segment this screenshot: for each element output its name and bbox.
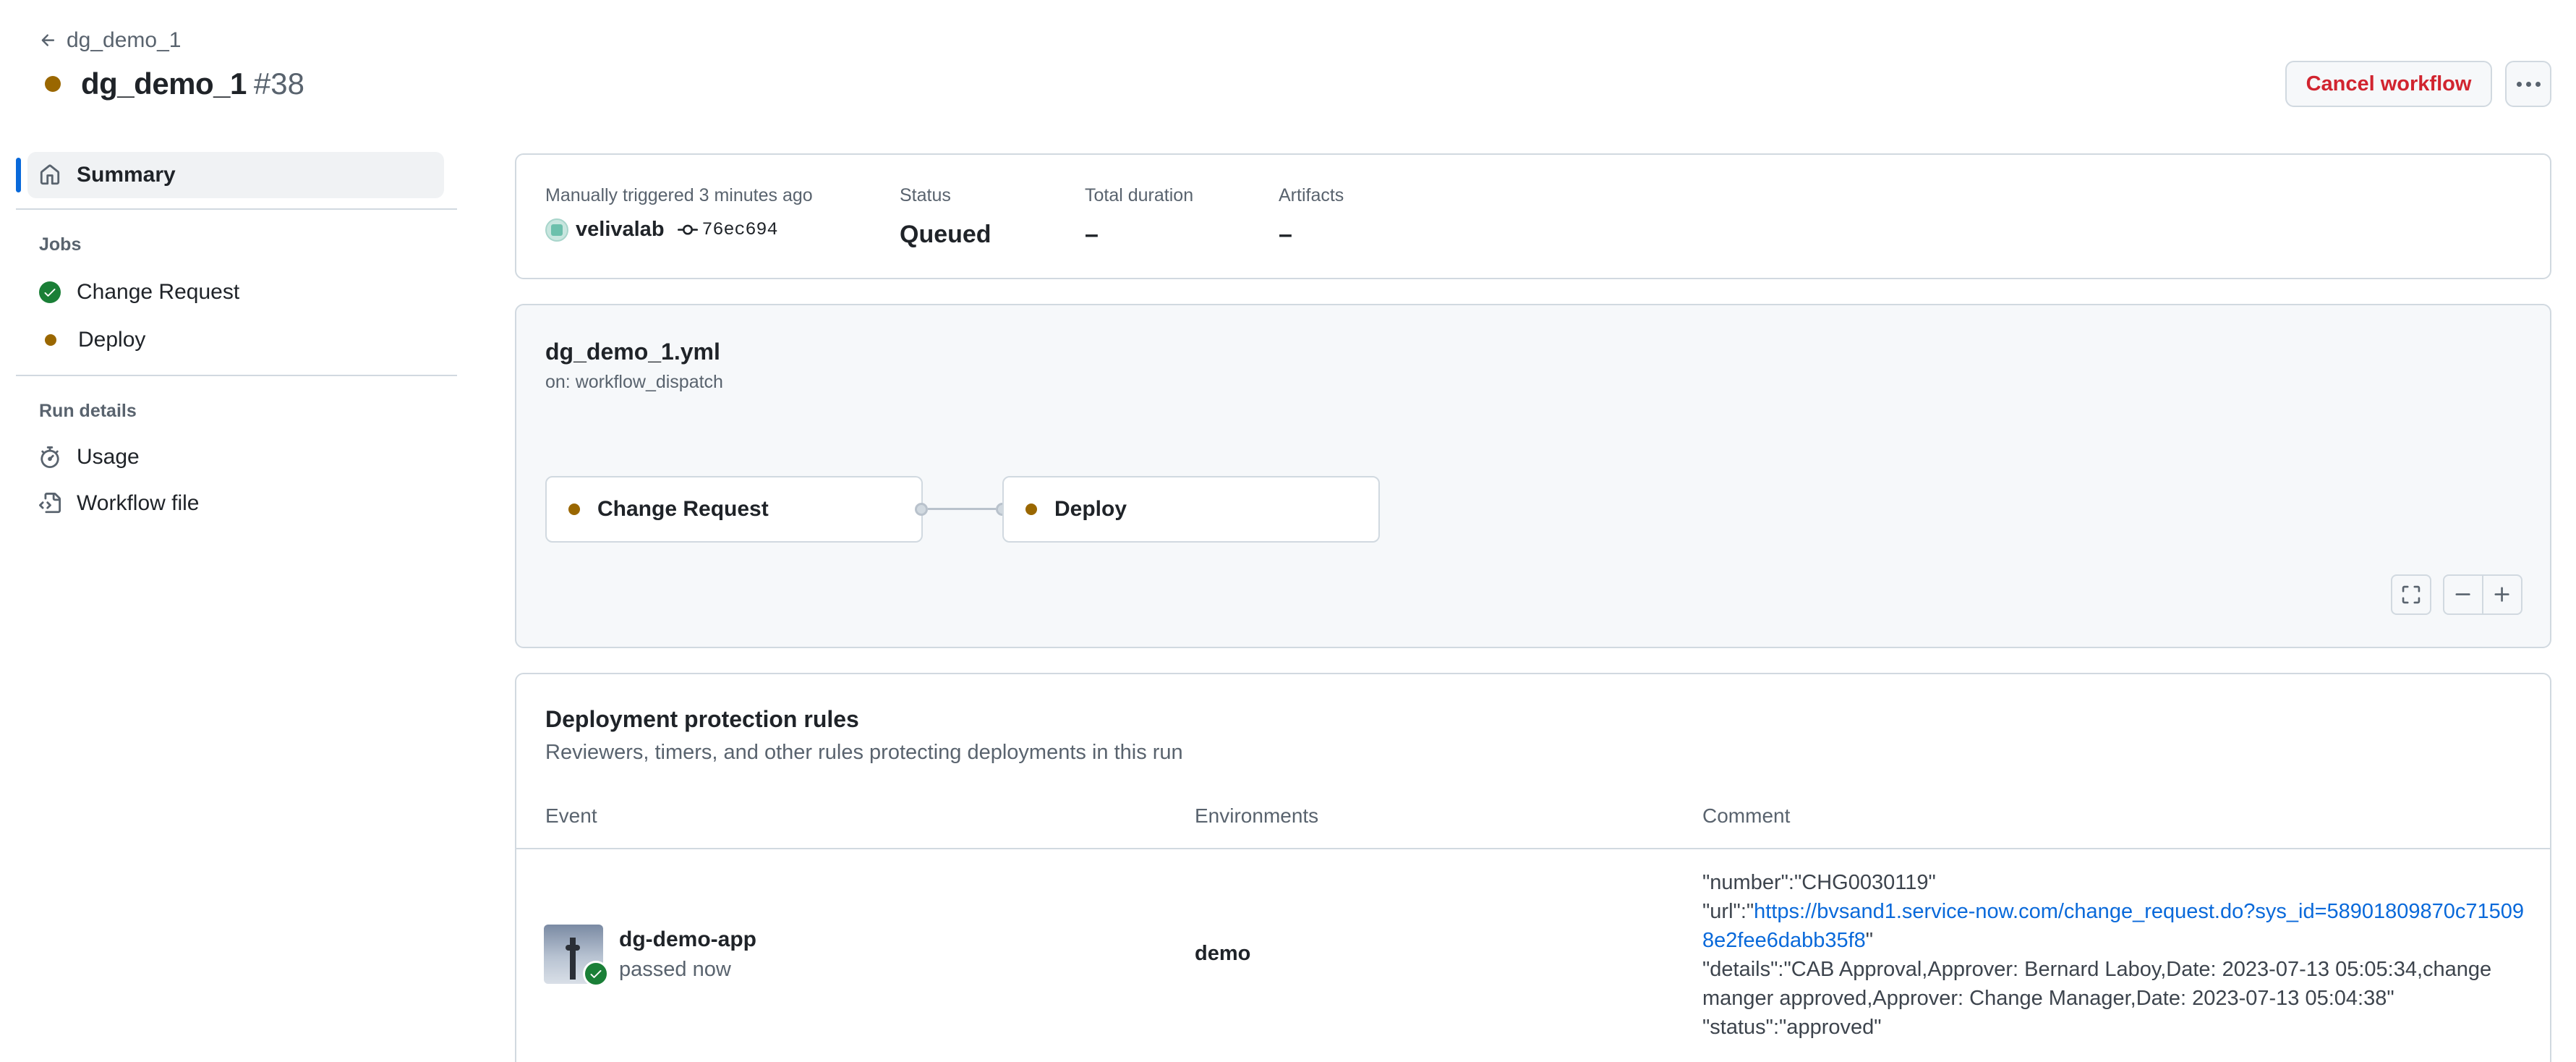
graph-node-label: Change Request bbox=[597, 497, 769, 521]
app-status: passed now bbox=[619, 958, 731, 981]
file-code-icon bbox=[39, 493, 61, 514]
fullscreen-button[interactable] bbox=[2391, 574, 2431, 615]
zoom-out-button[interactable] bbox=[2443, 574, 2483, 615]
minus-icon bbox=[2455, 593, 2470, 595]
artifacts-value: – bbox=[1279, 221, 1292, 248]
comment-number: "number":"CHG0030119" bbox=[1702, 871, 1936, 894]
app-name-link[interactable]: dg-demo-app bbox=[619, 927, 756, 952]
sidebar-item-deploy[interactable]: Deploy bbox=[27, 317, 444, 363]
plus-icon bbox=[2494, 587, 2509, 602]
rule-comment: "number":"CHG0030119" "url":"https://bvs… bbox=[1702, 868, 2527, 1042]
more-options-button[interactable] bbox=[2505, 61, 2551, 107]
column-header-event: Event bbox=[545, 804, 597, 827]
queued-status-icon bbox=[45, 76, 61, 92]
sidebar-item-label: Deploy bbox=[78, 328, 146, 352]
duration-label: Total duration bbox=[1085, 185, 1194, 205]
graph-node-deploy[interactable]: Deploy bbox=[1002, 476, 1380, 543]
workflow-graph-card: dg_demo_1.yml on: workflow_dispatch Chan… bbox=[515, 304, 2551, 648]
sidebar-divider bbox=[16, 375, 457, 376]
queued-dot-icon bbox=[45, 334, 56, 346]
environment-name: demo bbox=[1195, 942, 1251, 965]
cancel-workflow-button[interactable]: Cancel workflow bbox=[2285, 61, 2492, 107]
comment-status: "status":"approved" bbox=[1702, 1016, 1882, 1039]
avatar[interactable] bbox=[545, 218, 568, 242]
back-link-label: dg_demo_1 bbox=[67, 28, 182, 52]
comment-url-prefix: "url":" bbox=[1702, 900, 1754, 923]
kebab-dot-icon bbox=[2535, 81, 2541, 87]
fullscreen-icon bbox=[2402, 585, 2421, 604]
comment-details: "details":"CAB Approval,Approver: Bernar… bbox=[1702, 958, 2492, 1010]
active-indicator bbox=[16, 158, 21, 192]
tower-image bbox=[566, 945, 580, 951]
commit-link[interactable]: 76ec694 bbox=[677, 219, 778, 240]
jobs-heading: Jobs bbox=[39, 234, 82, 255]
sidebar-item-usage[interactable]: Usage bbox=[27, 434, 444, 480]
column-header-environments: Environments bbox=[1195, 804, 1319, 827]
kebab-dot-icon bbox=[2516, 81, 2522, 87]
artifacts-label: Artifacts bbox=[1279, 185, 1344, 205]
sidebar-item-label: Workflow file bbox=[77, 491, 200, 515]
deployment-rules-card: Deployment protection rules Reviewers, t… bbox=[515, 673, 2551, 1062]
run-summary-card: Manually triggered 3 minutes ago velival… bbox=[515, 153, 2551, 279]
duration-value: – bbox=[1085, 221, 1099, 248]
graph-port bbox=[915, 503, 928, 516]
queued-dot-icon bbox=[568, 504, 580, 515]
check-circle-icon bbox=[39, 281, 61, 303]
comment-url-suffix: " bbox=[1865, 929, 1874, 952]
actor-link[interactable]: velivalab bbox=[576, 218, 665, 242]
kebab-dot-icon bbox=[2525, 81, 2531, 87]
check-circle-icon bbox=[583, 961, 609, 987]
sidebar-item-label: Change Request bbox=[77, 280, 240, 304]
trigger-label: Manually triggered 3 minutes ago bbox=[545, 185, 813, 205]
status-column: Status Queued bbox=[900, 185, 991, 249]
change-request-link[interactable]: https://bvsand1.service-now.com/change_r… bbox=[1702, 900, 2524, 952]
comment-url-line: "url":"https://bvsand1.service-now.com/c… bbox=[1702, 897, 2527, 955]
actor-row: velivalab 76ec694 bbox=[545, 218, 813, 242]
workflow-trigger: on: workflow_dispatch bbox=[545, 372, 723, 392]
duration-column: Total duration – bbox=[1085, 185, 1193, 249]
git-commit-icon bbox=[677, 224, 698, 235]
sidebar-item-label: Summary bbox=[77, 163, 176, 187]
trigger-column: Manually triggered 3 minutes ago velival… bbox=[545, 185, 813, 242]
stopwatch-icon bbox=[40, 446, 59, 468]
workflow-file-name: dg_demo_1.yml bbox=[545, 339, 720, 365]
column-header-comment: Comment bbox=[1702, 804, 1791, 827]
workflow-title: dg_demo_1 bbox=[81, 67, 247, 101]
sidebar-item-workflow-file[interactable]: Workflow file bbox=[27, 480, 444, 527]
run-number: #38 bbox=[253, 67, 304, 101]
run-details-heading: Run details bbox=[39, 401, 137, 421]
arrow-left-icon bbox=[41, 34, 55, 46]
sidebar-item-change-request[interactable]: Change Request bbox=[27, 269, 444, 315]
graph-edge bbox=[928, 508, 996, 510]
graph-node-change-request[interactable]: Change Request bbox=[545, 476, 923, 543]
tower-image bbox=[570, 938, 576, 980]
sidebar-divider bbox=[16, 208, 457, 210]
rules-title: Deployment protection rules bbox=[545, 706, 859, 732]
table-header-divider bbox=[516, 848, 2550, 849]
zoom-in-button[interactable] bbox=[2482, 574, 2522, 615]
sidebar-item-label: Usage bbox=[77, 445, 140, 469]
status-value: Queued bbox=[900, 221, 991, 248]
status-label: Status bbox=[900, 185, 951, 205]
back-link[interactable]: dg_demo_1 bbox=[39, 26, 181, 55]
graph-node-label: Deploy bbox=[1054, 497, 1127, 521]
queued-dot-icon bbox=[1025, 504, 1037, 515]
page-title: dg_demo_1 #38 bbox=[45, 64, 304, 104]
artifacts-column: Artifacts – bbox=[1279, 185, 1344, 249]
home-icon bbox=[40, 164, 60, 185]
rules-subtitle: Reviewers, timers, and other rules prote… bbox=[545, 741, 1183, 764]
sidebar-item-summary[interactable]: Summary bbox=[27, 152, 444, 198]
commit-sha: 76ec694 bbox=[701, 219, 778, 240]
